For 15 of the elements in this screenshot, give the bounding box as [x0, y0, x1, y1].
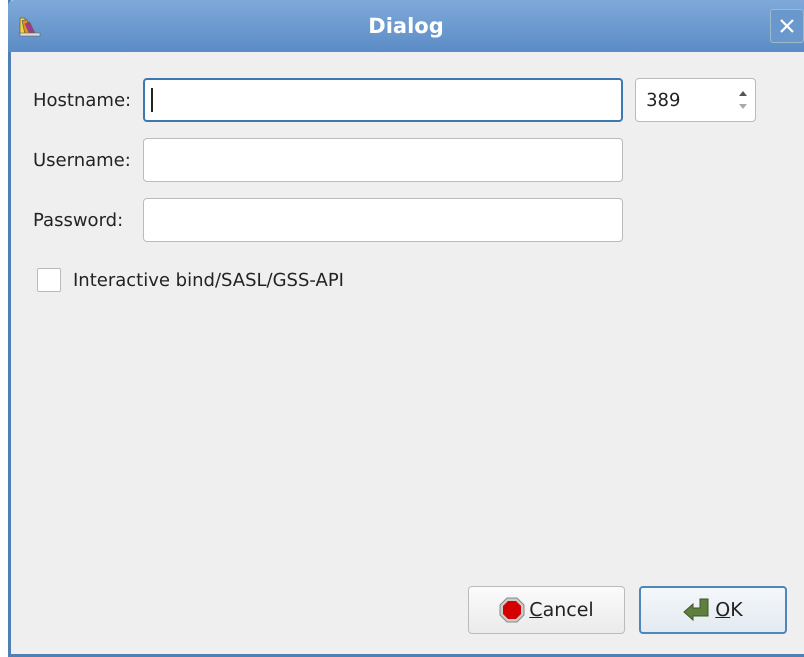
field-label: Username: [33, 150, 132, 170]
return-arrow-icon [683, 597, 712, 623]
stop-sign-icon [499, 597, 526, 623]
checkbox[interactable] [37, 268, 61, 292]
checkbox-label: Interactive bind/SASL/GSS-API [73, 270, 344, 290]
port-spinbox[interactable]: 389 [635, 78, 756, 122]
field-label: Hostname: [33, 90, 132, 110]
window-title: Dialog [367, 14, 445, 38]
close-button[interactable] [770, 9, 804, 43]
field-label: Password: [33, 210, 124, 230]
cancel-button[interactable]: Cancel [468, 586, 625, 634]
text-field[interactable] [143, 78, 624, 122]
ok-button[interactable]: OK [639, 586, 787, 634]
text-field[interactable] [143, 198, 624, 242]
text-field[interactable] [143, 138, 624, 182]
